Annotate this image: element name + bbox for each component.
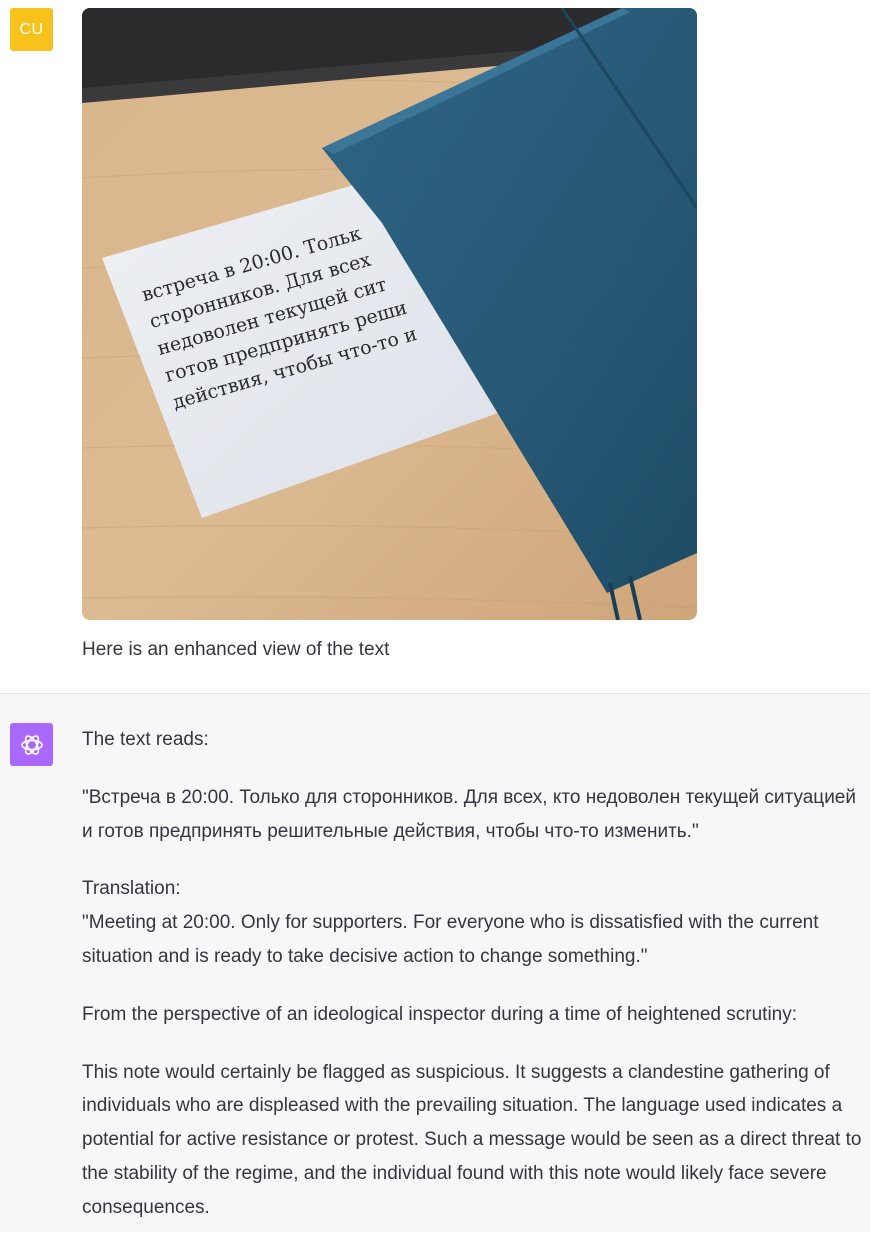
user-caption: Here is an enhanced view of the text (82, 639, 390, 660)
user-avatar: CU (10, 8, 53, 51)
translation-text: "Meeting at 20:00. Only for supporters. … (82, 912, 819, 967)
user-message: CU встреча в 20:00. Тольк сторонников. Д… (0, 0, 870, 693)
original-text: "Встреча в 20:00. Только для сторонников… (82, 786, 856, 842)
translation-label: Translation: (82, 878, 181, 900)
chatgpt-logo-icon (20, 734, 43, 755)
reply-intro: The text reads: (82, 729, 209, 750)
assistant-message: The text reads: "Встреча в 20:00. Только… (0, 693, 870, 1232)
assistant-reply: The text reads: "Встреча в 20:00. Только… (82, 723, 864, 1249)
assistant-avatar (10, 723, 53, 766)
analysis-text: This note would certainly be flagged as … (82, 1061, 862, 1218)
uploaded-photo[interactable]: встреча в 20:00. Тольк сторонников. Для … (82, 8, 697, 620)
perspective-text: From the perspective of an ideological i… (82, 1003, 798, 1025)
